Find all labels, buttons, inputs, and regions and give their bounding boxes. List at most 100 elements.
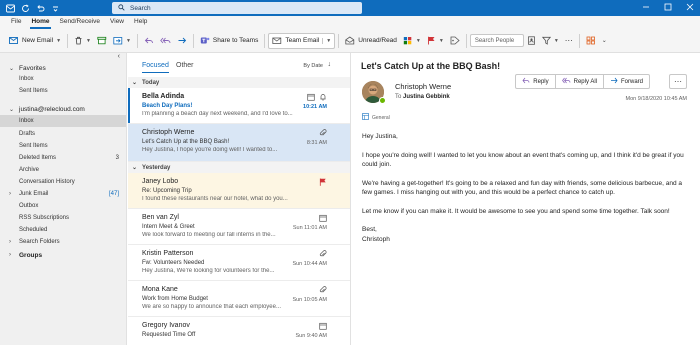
flag-button[interactable]: ▼ — [424, 33, 447, 49]
apps-button[interactable] — [583, 33, 599, 49]
chevron-right-icon[interactable]: › — [9, 239, 11, 245]
groups-header[interactable]: › Groups — [0, 249, 126, 261]
chevron-down-icon[interactable]: ▼ — [126, 38, 131, 44]
folder-label: Drafts — [19, 131, 36, 137]
message-item[interactable]: Mona Kane Work from Home Budget We are s… — [128, 281, 350, 317]
forward-button[interactable]: Forward — [603, 74, 650, 89]
reply-all-button[interactable] — [157, 33, 174, 49]
tab-file[interactable]: File — [6, 16, 26, 29]
message-item[interactable]: Ben van Zyl Intern Meet & Greet We look … — [128, 209, 350, 245]
message-item[interactable]: Gregory Ivanov Requested Time Off Sun 9:… — [128, 317, 350, 345]
group-header-yesterday[interactable]: ⌄ Yesterday — [128, 162, 350, 173]
chevron-down-icon[interactable]: ▼ — [554, 38, 559, 44]
message-item-selected[interactable]: Christoph Werne Let's Catch Up at the BB… — [128, 124, 350, 162]
collapse-pane-icon[interactable]: ‹ — [118, 53, 120, 60]
tab-send-receive[interactable]: Send/Receive — [55, 16, 105, 29]
category-tag[interactable]: General — [362, 113, 390, 122]
ribbon-chevron-button[interactable]: ⌄ — [599, 33, 610, 49]
chevron-down-icon[interactable]: ▼ — [439, 38, 444, 44]
tab-help[interactable]: Help — [129, 16, 152, 29]
message-item[interactable]: Kristin Patterson Fw: Volunteers Needed … — [128, 245, 350, 281]
tab-focused[interactable]: Focused — [142, 62, 169, 73]
account-header[interactable]: ⌄ justina@relecloud.com — [0, 103, 126, 115]
customize-dropdown-icon[interactable] — [51, 4, 60, 13]
send-receive-icon[interactable] — [21, 3, 30, 13]
archive-button[interactable] — [94, 33, 110, 49]
calendar-icon — [319, 322, 327, 332]
reply-button[interactable]: Reply — [515, 74, 556, 89]
sort-by-dropdown[interactable]: By Date — [303, 63, 323, 69]
favorite-inbox[interactable]: Inbox — [0, 73, 126, 85]
close-icon[interactable] — [686, 3, 694, 13]
folder-rss-subscriptions[interactable]: RSS Subscriptions — [0, 212, 126, 224]
chevron-down-icon[interactable]: ▼ — [322, 37, 331, 44]
folder-deleted-items[interactable]: Deleted Items 3 — [0, 152, 126, 164]
folder-conversation-history[interactable]: Conversation History — [0, 176, 126, 188]
chevron-down-icon: ⌄ — [132, 165, 138, 171]
categorize-button[interactable]: ▼ — [400, 33, 424, 49]
search-people-input[interactable]: Search People — [469, 34, 524, 47]
message-item[interactable]: Bella Adinda Beach Day Plans! I'm planni… — [128, 88, 350, 124]
chevron-down-icon[interactable]: ▼ — [56, 38, 61, 44]
unread-read-button[interactable]: Unread/Read — [342, 33, 400, 49]
maximize-icon[interactable] — [664, 3, 672, 13]
outlook-logo-icon — [6, 4, 15, 13]
message-list-header: Focused Other By Date ↓ — [128, 53, 350, 77]
favorite-sent-items[interactable]: Sent Items — [0, 85, 126, 97]
message-sender: Mona Kane — [142, 286, 178, 293]
tag-button[interactable] — [447, 33, 463, 49]
folder-label: Conversation History — [19, 179, 75, 185]
undo-icon[interactable] — [36, 4, 45, 13]
folder-label: RSS Subscriptions — [19, 215, 70, 221]
folder-drafts[interactable]: Drafts — [0, 128, 126, 140]
filter-email-button[interactable]: ▼ — [539, 33, 562, 49]
minimize-icon[interactable] — [642, 3, 650, 13]
new-email-label: New Email — [22, 37, 54, 44]
category-icon — [362, 113, 369, 122]
chevron-down-icon: ⌄ — [9, 65, 15, 72]
reply-button[interactable] — [141, 33, 157, 49]
reply-all-button[interactable]: Reply All — [555, 74, 604, 89]
folder-pane: ‹ ⌄ Favorites Inbox Sent Items ⌄ justina… — [0, 53, 127, 345]
new-email-icon — [9, 36, 19, 45]
message-item[interactable]: Janey Lobo Re: Upcoming Trip I found the… — [128, 173, 350, 209]
folder-sent-items[interactable]: Sent Items — [0, 140, 126, 152]
tab-other[interactable]: Other — [176, 62, 194, 69]
calendar-icon — [319, 214, 327, 224]
folder-scheduled[interactable]: Scheduled — [0, 224, 126, 236]
chevron-right-icon[interactable]: › — [9, 191, 11, 197]
filter-icon — [541, 36, 551, 45]
tab-home[interactable]: Home — [26, 16, 54, 29]
tag-icon — [450, 36, 460, 45]
quick-steps-dropdown[interactable]: Team Email ▼ — [268, 32, 336, 49]
message-time: 10:21 AM — [303, 104, 327, 110]
flag-icon[interactable] — [319, 178, 327, 188]
message-subject: Re: Upcoming Trip — [142, 188, 192, 194]
delete-button[interactable]: ▼ — [71, 33, 94, 49]
forward-button[interactable] — [174, 33, 190, 49]
forward-icon — [610, 77, 618, 86]
more-ribbon-button[interactable]: ⋯ — [562, 33, 576, 49]
share-to-teams-button[interactable]: Share to Teams — [197, 33, 261, 49]
folder-outbox[interactable]: Outbox — [0, 200, 126, 212]
folder-inbox[interactable]: Inbox — [0, 115, 126, 127]
more-actions-button[interactable]: ⋯ — [669, 74, 687, 89]
folder-junk-email[interactable]: › Junk Email [47] — [0, 188, 126, 200]
tab-view[interactable]: View — [105, 16, 129, 29]
chevron-down-icon[interactable]: ▼ — [86, 38, 91, 44]
recipient-name[interactable]: Justina Gebbink — [403, 94, 450, 100]
folder-search-folders[interactable]: › Search Folders — [0, 236, 126, 248]
folder-archive[interactable]: Archive — [0, 164, 126, 176]
body-signature: Best, Christoph — [362, 226, 390, 243]
search-box[interactable]: Search — [112, 2, 362, 14]
group-label: Today — [142, 79, 160, 86]
recipient-line: To Justina Gebbink — [395, 94, 450, 100]
new-email-button[interactable]: New Email ▼ — [6, 33, 64, 49]
sender-name[interactable]: Christoph Werne — [395, 82, 451, 91]
sort-direction-icon[interactable]: ↓ — [328, 61, 332, 68]
group-header-today[interactable]: ⌄ Today — [128, 77, 350, 88]
address-book-button[interactable] — [524, 33, 539, 49]
more-icon: ⋯ — [674, 77, 682, 86]
move-button[interactable]: ▼ — [110, 33, 134, 49]
chevron-down-icon[interactable]: ▼ — [416, 38, 421, 44]
